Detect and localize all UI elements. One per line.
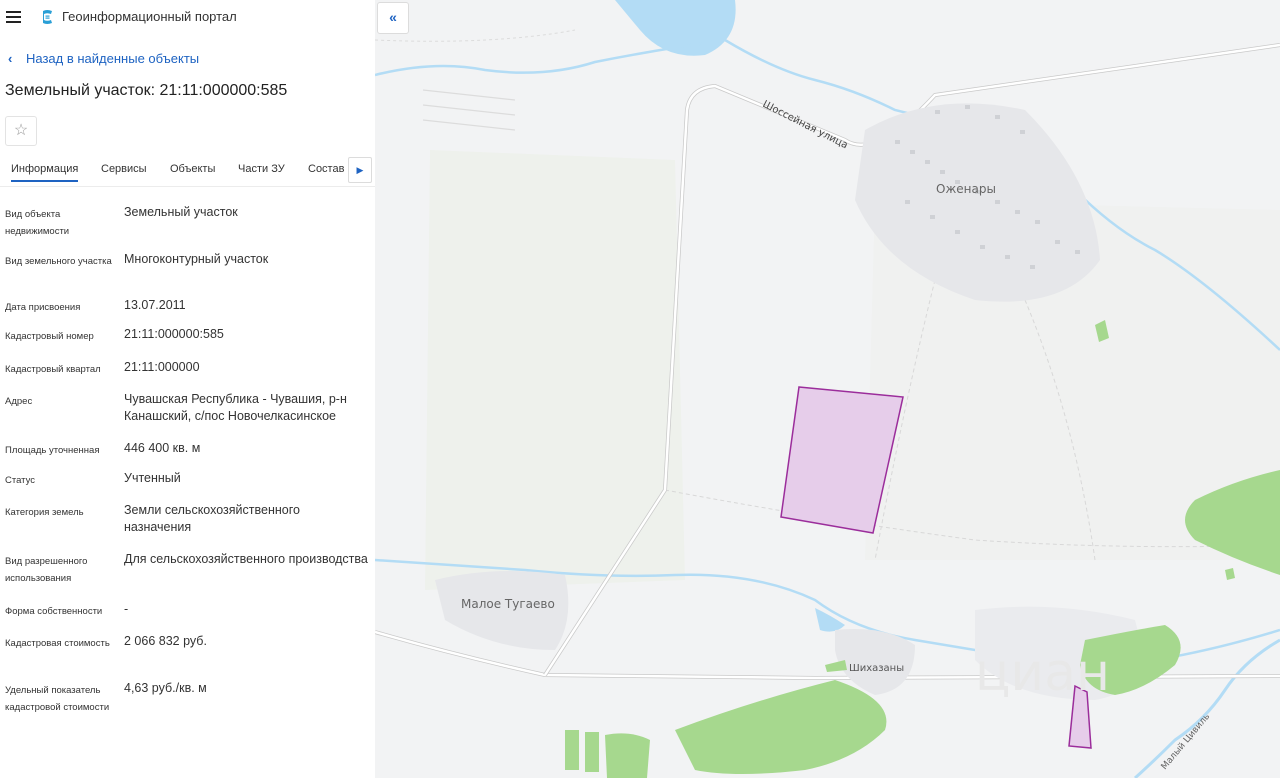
field-label: Форма собственности	[5, 606, 103, 617]
field-label: Кадастровый номер	[5, 331, 94, 342]
back-link-label: Назад в найденные объекты	[26, 51, 200, 66]
tabs-scroll-right-button[interactable]: ▶	[348, 157, 372, 183]
field-value: 13.07.2011	[124, 298, 186, 312]
field-label: Статус	[5, 475, 36, 486]
field-value: Земельный участок	[124, 205, 238, 219]
field-label: Адрес	[5, 396, 33, 407]
field-label: Кадастровая стоимость	[5, 638, 110, 649]
field-value: Чувашская Республика - Чувашия, р-н Кана…	[124, 392, 347, 423]
chevron-left-icon: ‹	[8, 51, 13, 66]
field-value: 21:11:000000	[124, 360, 200, 374]
page-title: Земельный участок: 21:11:000000:585	[5, 82, 288, 99]
favorite-button[interactable]: ☆	[5, 116, 37, 146]
top-bar: Геоинформационный портал	[0, 0, 375, 34]
field-value: 21:11:000000:585	[124, 327, 224, 341]
star-icon: ☆	[13, 122, 29, 139]
field-label: Категория земель	[5, 507, 84, 518]
caret-right-icon: ▶	[356, 165, 364, 175]
field-value: 4,63 руб./кв. м	[124, 681, 207, 695]
map-label-village: Малое Тугаево	[461, 597, 555, 611]
tab-parts[interactable]: Части ЗУ	[238, 163, 285, 175]
field-value: Учтенный	[124, 471, 181, 485]
map-view[interactable]: Шоссейная улица Оженары Малое Тугаево Ши…	[375, 0, 1280, 778]
map-canvas[interactable]: Шоссейная улица Оженары Малое Тугаево Ши…	[375, 0, 1280, 778]
field-area	[425, 150, 685, 590]
field-value: 2 066 832 руб.	[124, 634, 207, 648]
field-label: Площадь уточненная	[5, 445, 100, 456]
hamburger-icon[interactable]	[6, 10, 22, 24]
field-label: Кадастровый квартал	[5, 364, 101, 375]
field-label: Удельный показатель кадастровой стоимост…	[5, 685, 110, 713]
map-label-village: Шихазаны	[849, 663, 904, 674]
field-value: Для сельскохозяйственного производства	[124, 552, 368, 566]
info-panel: Геоинформационный портал ‹ Назад в найден…	[0, 0, 375, 778]
collapse-panel-button[interactable]: «	[377, 2, 409, 34]
tab-objects[interactable]: Объекты	[170, 163, 215, 175]
app-title: Геоинформационный портал	[62, 9, 237, 24]
field-value: 446 400 кв. м	[124, 441, 201, 455]
tab-bar: Информация Сервисы Объекты Части ЗУ Сост…	[0, 157, 375, 187]
portal-logo-icon	[43, 10, 52, 24]
tab-info[interactable]: Информация	[11, 163, 79, 182]
tab-services[interactable]: Сервисы	[101, 163, 147, 175]
watermark: циан	[975, 643, 1110, 703]
field-label: Вид объекта недвижимости	[5, 209, 70, 237]
back-link[interactable]: ‹ Назад в найденные объекты	[8, 51, 199, 66]
map-label-village: Оженары	[936, 182, 996, 196]
tab-composition[interactable]: Состав	[308, 163, 344, 175]
field-value: Земли сельскохозяйственного назначения	[124, 503, 300, 534]
field-label: Вид разрешенного использования	[5, 556, 88, 584]
double-chevron-left-icon: «	[389, 9, 397, 25]
field-value: Многоконтурный участок	[124, 252, 269, 266]
field-value: -	[124, 602, 129, 616]
field-label: Дата присвоения	[5, 302, 81, 313]
field-label: Вид земельного участка	[5, 256, 112, 267]
